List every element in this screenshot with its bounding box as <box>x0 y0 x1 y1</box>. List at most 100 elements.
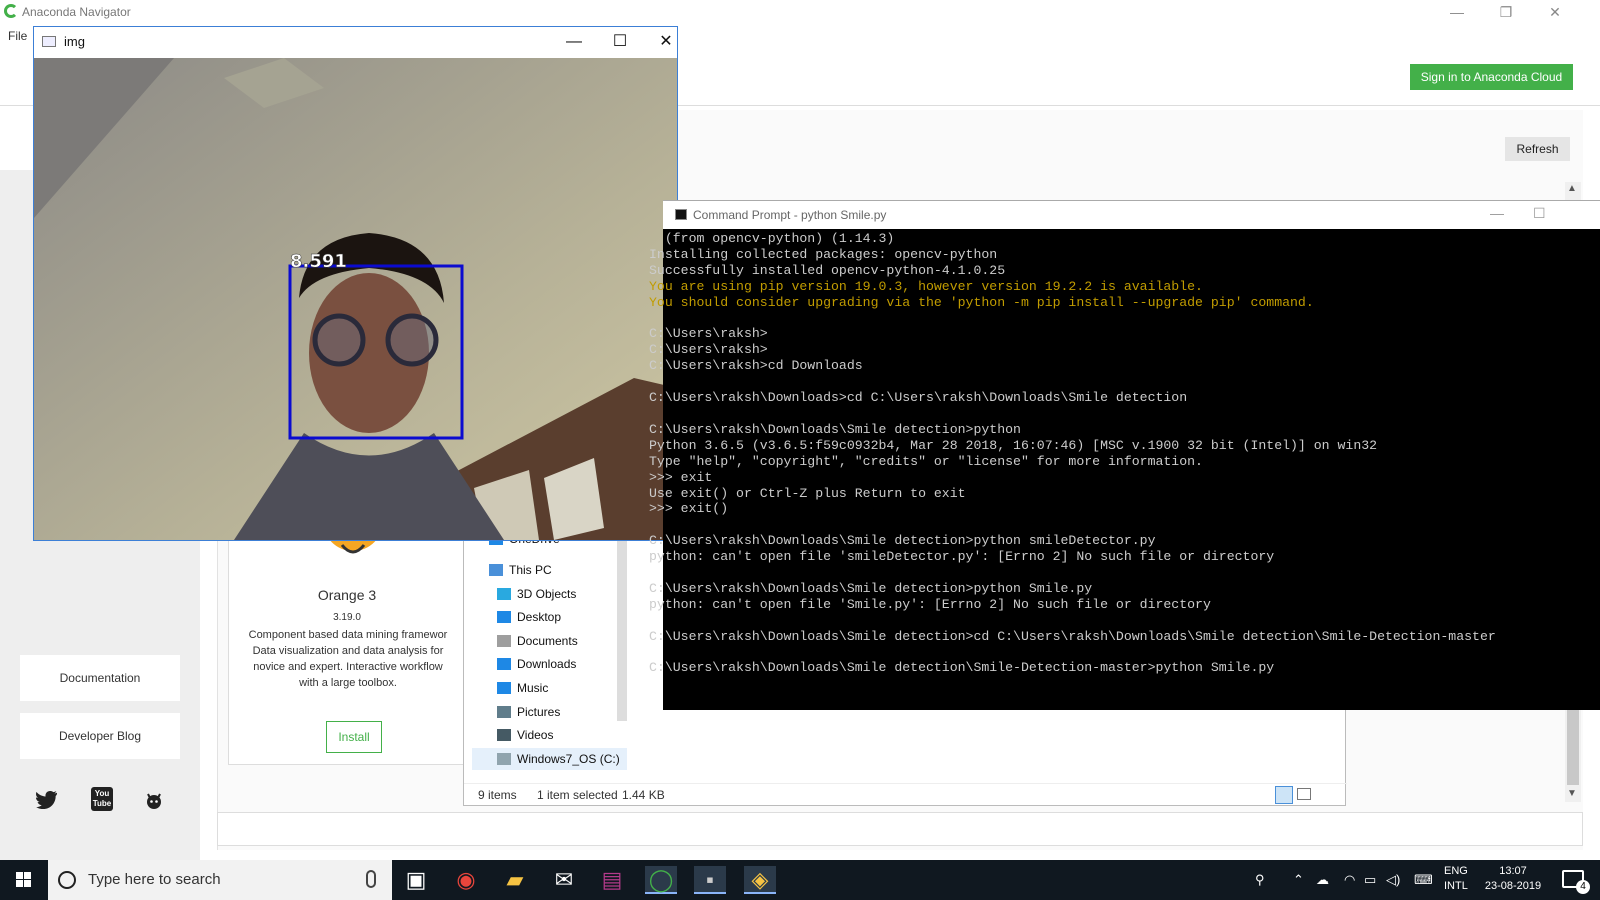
minimize-icon[interactable]: — <box>1442 2 1472 22</box>
details-view-icon[interactable] <box>1275 786 1293 804</box>
microphone-icon[interactable] <box>366 870 376 888</box>
twitter-icon[interactable] <box>36 791 58 809</box>
documentation-button[interactable]: Documentation <box>20 655 180 701</box>
close-icon[interactable]: ✕ <box>1540 2 1570 22</box>
large-icons-view-icon[interactable] <box>1297 788 1311 800</box>
restore-icon[interactable]: ❐ <box>1491 2 1521 22</box>
cmd-window-title: Command Prompt - python Smile.py <box>693 208 887 222</box>
explorer-nav-item[interactable]: Videos <box>472 724 627 746</box>
window-app-icon <box>42 36 56 47</box>
cmd-line: Python 3.6.5 (v3.6.5:f59c0932b4, Mar 28 … <box>649 437 1378 453</box>
cmd-line <box>649 517 1599 533</box>
explorer-nav-label: Videos <box>517 728 554 742</box>
cmd-line: Type "help", "copyright", "credits" or "… <box>649 453 1203 469</box>
document-icon <box>497 635 511 647</box>
taskbar-clock[interactable]: 13:07 23-08-2019 <box>1478 864 1548 894</box>
notification-count-badge: 4 <box>1576 880 1590 894</box>
explorer-nav-item[interactable]: Music <box>472 677 627 699</box>
app-card-orange: Orange 3 3.19.0 Component based data min… <box>228 520 464 765</box>
show-hidden-icons-icon[interactable]: ⌃ <box>1293 872 1304 888</box>
img-window-title: img <box>64 34 85 49</box>
explorer-nav-item[interactable]: Pictures <box>472 701 627 723</box>
explorer-nav-item[interactable]: This PC <box>464 559 619 581</box>
cmd-line: >>> exit() <box>649 501 729 517</box>
keyboard-icon[interactable]: ⌨ <box>1414 872 1433 888</box>
sign-in-button[interactable]: Sign in to Anaconda Cloud <box>1410 64 1573 90</box>
cube-icon <box>497 588 511 600</box>
explorer-nav-item[interactable]: 3D Objects <box>472 583 627 605</box>
battery-icon[interactable]: ▭ <box>1364 872 1376 888</box>
cmd-line: C:\Users\raksh\Downloads\Smile detection… <box>649 580 1093 596</box>
security-icon[interactable]: ☁ <box>1316 872 1329 888</box>
explorer-nav-label: Pictures <box>517 705 561 719</box>
chrome-icon[interactable]: ◉ <box>450 866 482 894</box>
explorer-nav-item[interactable]: Desktop <box>472 606 627 628</box>
img-minimize-icon[interactable]: — <box>554 31 594 53</box>
download-icon <box>497 658 511 670</box>
cmd-line: Successfully installed opencv-python-4.1… <box>649 262 1006 278</box>
taskbar: Type here to search ⚲ ⌃ ☁ ◠ ▭ ◁) ⌨ ENG I… <box>0 860 1600 900</box>
navigator-title: Anaconda Navigator <box>22 5 131 19</box>
task-view-icon[interactable]: ▣ <box>400 866 432 894</box>
menu-file[interactable]: File <box>8 29 27 43</box>
music-icon <box>497 682 511 694</box>
volume-icon[interactable]: ◁) <box>1386 872 1400 888</box>
lang-line1: ENG <box>1444 865 1468 877</box>
app-description: Component based data mining framewor Dat… <box>248 629 448 689</box>
cmd-line: C:\Users\raksh\Downloads\Smile detection… <box>649 533 1156 549</box>
wifi-icon[interactable]: ◠ <box>1344 872 1355 888</box>
taskbar-search-box[interactable]: Type here to search <box>48 860 392 900</box>
explorer-nav-label: Downloads <box>517 657 577 671</box>
anaconda-icon[interactable]: ◯ <box>645 866 677 894</box>
mail-icon[interactable]: ✉ <box>548 866 580 894</box>
github-icon[interactable] <box>144 791 164 811</box>
windows-start-icon[interactable] <box>0 860 48 900</box>
navigator-bottom-bar <box>217 812 1583 846</box>
desktop-icon <box>497 611 511 623</box>
cmd-line <box>649 374 1599 390</box>
explorer-nav-label: Music <box>517 681 549 695</box>
pictures-icon <box>497 706 511 718</box>
explorer-nav-item[interactable]: Downloads <box>472 653 627 675</box>
winrar-icon[interactable]: ▤ <box>596 866 628 894</box>
cmd-line <box>649 311 1599 327</box>
cmd-icon[interactable]: ▪ <box>694 866 726 894</box>
cmd-minimize-icon[interactable]: — <box>1490 205 1504 221</box>
cmd-maximize-icon[interactable]: ☐ <box>1533 205 1546 222</box>
python-icon[interactable]: ◈ <box>744 866 776 894</box>
youtube-icon[interactable]: You Tube <box>91 787 113 811</box>
people-icon[interactable]: ⚲ <box>1255 872 1265 888</box>
explorer-nav-scrollbar[interactable] <box>617 521 627 721</box>
cmd-line: >>> exit <box>649 469 713 485</box>
explorer-nav-item[interactable]: Documents <box>472 630 627 652</box>
cmd-output[interactable]: (from opencv-python) (1.14.3) Installing … <box>649 231 1599 711</box>
explorer-nav-pane: OneDriveThis PC3D ObjectsDesktopDocument… <box>464 521 627 783</box>
navigator-scrollbar-thumb[interactable] <box>1567 705 1579 785</box>
cmd-titlebar: Command Prompt - python Smile.py — ☐ <box>663 201 1600 229</box>
cmd-line: C:\Users\raksh\Downloads\Smile detection… <box>649 628 1496 644</box>
status-selected: 1 item selected <box>537 788 618 802</box>
search-icon <box>58 871 76 889</box>
clock-time: 13:07 <box>1499 865 1527 877</box>
cmd-line: C:\Users\raksh>cd Downloads <box>649 358 863 374</box>
cmd-line <box>649 565 1599 581</box>
lang-line2: INTL <box>1444 880 1468 892</box>
cmd-line: C:\Users\raksh\Downloads\Smile detection… <box>649 660 1275 676</box>
cmd-app-icon <box>675 209 687 220</box>
refresh-button[interactable]: Refresh <box>1505 137 1570 161</box>
file-explorer-icon[interactable]: ▰ <box>499 866 531 894</box>
developer-blog-button[interactable]: Developer Blog <box>20 713 180 759</box>
explorer-nav-label: Desktop <box>517 610 562 624</box>
explorer-nav-item[interactable]: Windows7_OS (C:) <box>472 748 627 770</box>
anaconda-logo-icon <box>4 4 18 18</box>
language-indicator[interactable]: ENG INTL <box>1444 864 1468 894</box>
img-maximize-icon[interactable]: ☐ <box>600 31 640 53</box>
img-close-icon[interactable]: ✕ <box>646 31 686 53</box>
pc-icon <box>489 564 503 576</box>
explorer-status-bar: 9 items 1 item selected 1.44 KB <box>464 783 1347 807</box>
scroll-up-icon[interactable]: ▲ <box>1567 183 1577 194</box>
cmd-line: C:\Users\raksh\Downloads\Smile detection… <box>649 421 1021 437</box>
install-button[interactable]: Install <box>326 721 382 753</box>
scroll-down-icon[interactable]: ▼ <box>1567 788 1577 799</box>
explorer-nav-label: 3D Objects <box>517 587 577 601</box>
